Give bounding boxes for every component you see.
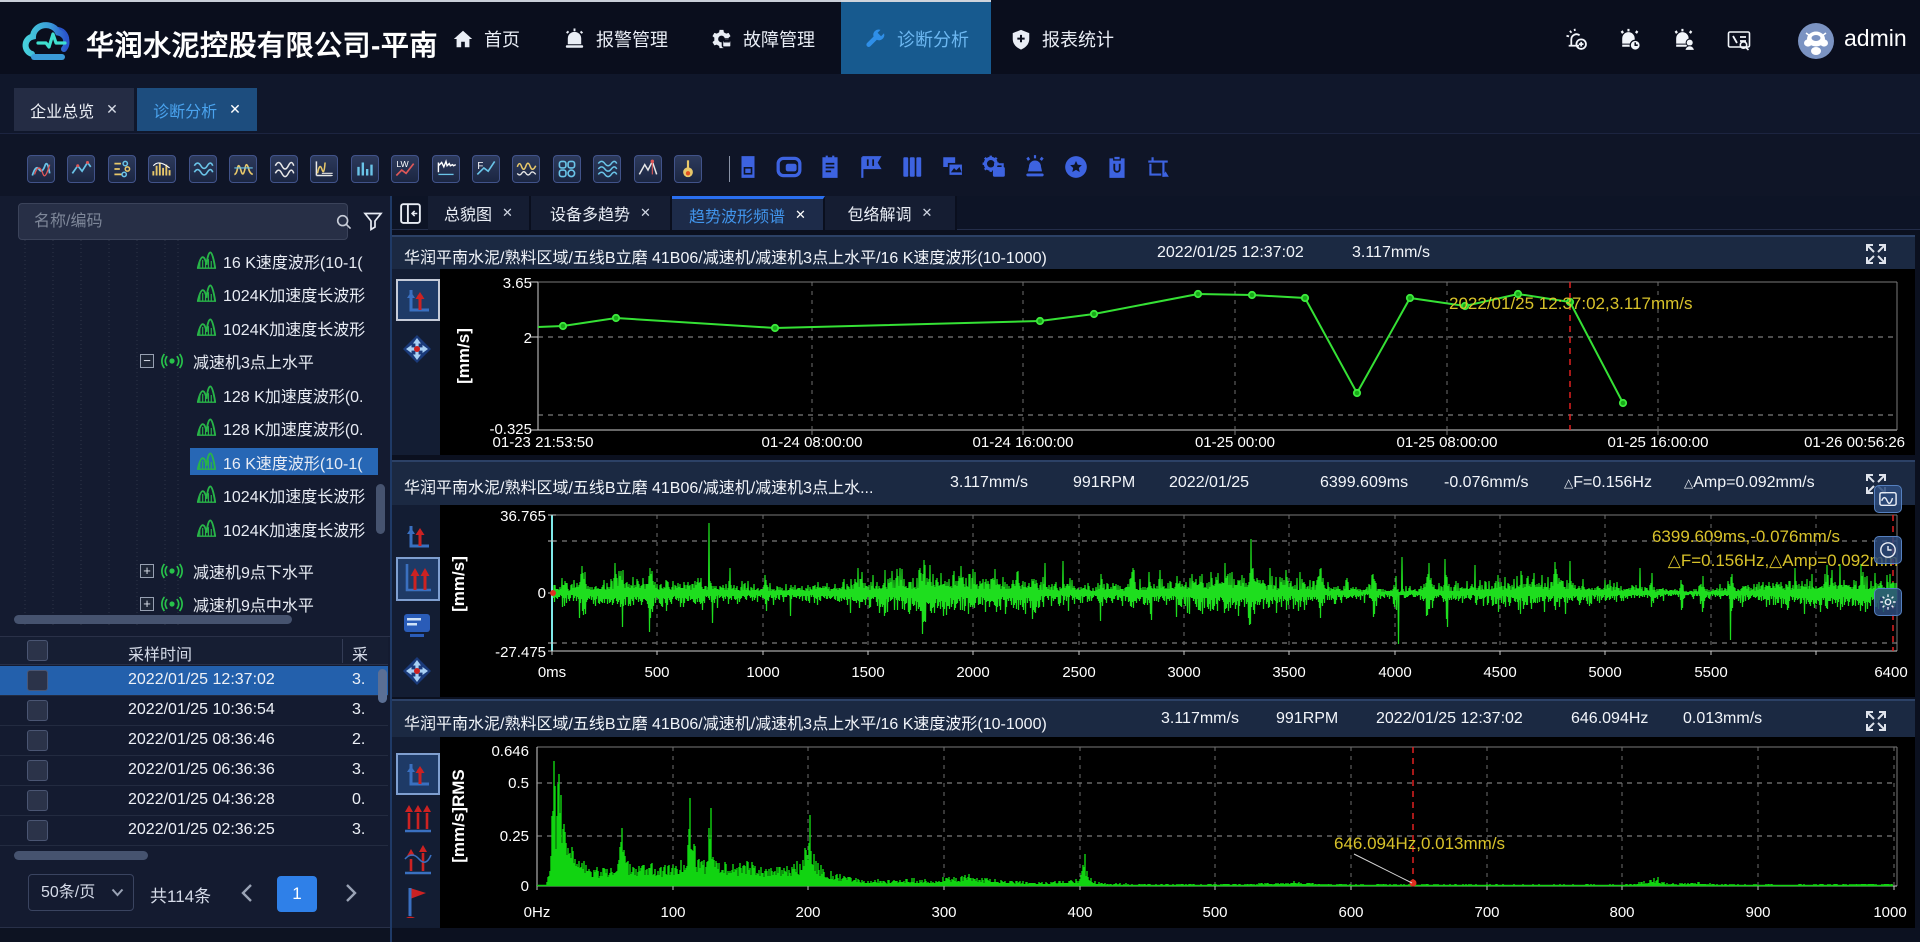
svg-text:2022/01/25 12:37:02,3.117mm/s: 2022/01/25 12:37:02,3.117mm/s <box>1449 294 1693 313</box>
svg-text:01-26 00:56:26: 01-26 00:56:26 <box>1804 434 1905 451</box>
svg-text:1000: 1000 <box>746 664 779 681</box>
svg-text:300: 300 <box>931 904 956 921</box>
svg-text:01-25 16:00:00: 01-25 16:00:00 <box>1608 434 1709 451</box>
svg-text:5500: 5500 <box>1694 664 1727 681</box>
svg-text:0ms: 0ms <box>538 664 566 681</box>
svg-text:900: 900 <box>1745 904 1770 921</box>
svg-text:-27.475: -27.475 <box>495 644 546 661</box>
svg-text:36.765: 36.765 <box>500 508 546 525</box>
svg-text:5000: 5000 <box>1588 664 1621 681</box>
svg-text:2500: 2500 <box>1062 664 1095 681</box>
svg-text:4000: 4000 <box>1378 664 1411 681</box>
svg-text:0: 0 <box>538 585 546 602</box>
svg-text:0: 0 <box>521 878 529 895</box>
svg-text:600: 600 <box>1338 904 1363 921</box>
svg-text:6399.609ms,-0.076mm/s: 6399.609ms,-0.076mm/s <box>1652 527 1840 546</box>
svg-text:500: 500 <box>644 664 669 681</box>
svg-text:200: 200 <box>795 904 820 921</box>
svg-text:100: 100 <box>660 904 685 921</box>
svg-text:0Hz: 0Hz <box>524 904 551 921</box>
svg-text:01-24 16:00:00: 01-24 16:00:00 <box>973 434 1074 451</box>
svg-text:△F=0.156Hz,△Amp=0.092mm: △F=0.156Hz,△Amp=0.092mm <box>1668 551 1898 570</box>
svg-text:01-24 08:00:00: 01-24 08:00:00 <box>762 434 863 451</box>
svg-text:4500: 4500 <box>1483 664 1516 681</box>
svg-text:700: 700 <box>1474 904 1499 921</box>
svg-text:0.25: 0.25 <box>500 828 529 845</box>
svg-text:0.5: 0.5 <box>508 775 529 792</box>
svg-text:1500: 1500 <box>851 664 884 681</box>
svg-text:[mm/s]RMS: [mm/s]RMS <box>449 769 468 863</box>
svg-text:01-23 21:53:50: 01-23 21:53:50 <box>493 434 594 451</box>
svg-text:01-25 08:00:00: 01-25 08:00:00 <box>1397 434 1498 451</box>
svg-text:2000: 2000 <box>956 664 989 681</box>
svg-text:2: 2 <box>524 330 532 347</box>
svg-text:6400: 6400 <box>1874 664 1907 681</box>
svg-text:01-25 00:00: 01-25 00:00 <box>1195 434 1275 451</box>
svg-text:[mm/s]: [mm/s] <box>454 328 473 384</box>
svg-text:0.646: 0.646 <box>491 743 529 760</box>
svg-text:3500: 3500 <box>1272 664 1305 681</box>
svg-text:3000: 3000 <box>1167 664 1200 681</box>
svg-text:800: 800 <box>1609 904 1634 921</box>
svg-text:646.094Hz,0.013mm/s: 646.094Hz,0.013mm/s <box>1334 834 1505 853</box>
svg-text:[mm/s]: [mm/s] <box>449 556 468 612</box>
svg-text:500: 500 <box>1202 904 1227 921</box>
svg-text:LW: LW <box>396 159 409 169</box>
svg-text:3.65: 3.65 <box>503 275 532 292</box>
svg-text:400: 400 <box>1067 904 1092 921</box>
svg-text:1000: 1000 <box>1873 904 1906 921</box>
